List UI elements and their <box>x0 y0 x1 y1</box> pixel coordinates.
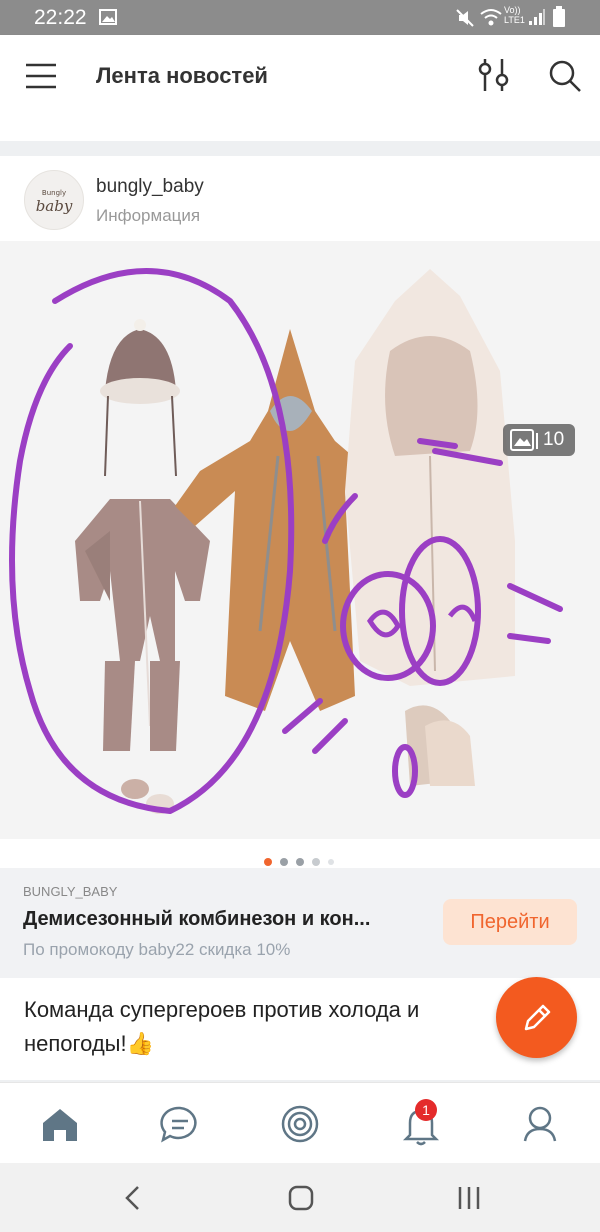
ad-promo: По промокоду baby22 скидка 10% <box>23 940 291 959</box>
carousel-dot <box>296 858 304 866</box>
home-circle-icon[interactable] <box>287 1185 315 1211</box>
pencil-icon <box>524 1004 551 1031</box>
ad-title[interactable]: Демисезонный комбинезон и кон... <box>23 908 370 931</box>
profile-icon[interactable] <box>515 1099 565 1149</box>
carousel-dot <box>280 858 288 866</box>
bottom-navigation <box>0 1082 600 1164</box>
back-icon[interactable] <box>122 1185 142 1211</box>
home-icon[interactable] <box>35 1099 85 1149</box>
ad-block[interactable]: BUNGLY_BABY Демисезонный комбинезон и ко… <box>0 868 600 978</box>
photo-counter: 10 <box>503 424 575 456</box>
previous-post-edge <box>0 117 600 141</box>
post-text: Команда супергероев против холода и непо… <box>24 997 420 1056</box>
battery-icon <box>553 6 565 27</box>
discover-icon[interactable] <box>275 1099 325 1149</box>
mute-icon <box>456 9 474 27</box>
system-navigation <box>0 1163 600 1232</box>
app-bar: Лента новостей <box>0 35 600 117</box>
feed-post: Bungly baby bungly_baby Информация 10 BU… <box>0 156 600 1080</box>
go-button[interactable]: Перейти <box>443 899 577 945</box>
carousel-dot-active <box>264 858 272 866</box>
status-time: 22:22 <box>34 6 87 29</box>
avatar[interactable]: Bungly baby <box>24 170 84 230</box>
compose-button[interactable] <box>496 977 577 1058</box>
post-author[interactable]: bungly_baby <box>96 176 204 198</box>
brand-logo: Bungly baby <box>36 189 73 215</box>
signal-icon <box>529 9 545 25</box>
post-photo[interactable]: 10 <box>0 241 600 839</box>
photo-count: 10 <box>543 429 565 450</box>
menu-icon[interactable] <box>25 62 57 90</box>
volte-label: Vo)) LTE1 <box>504 5 525 25</box>
status-bar: 22:22 Vo)) LTE1 <box>0 0 600 35</box>
product-illustration <box>9 268 563 815</box>
filter-icon[interactable] <box>477 57 511 93</box>
search-icon[interactable] <box>548 59 582 93</box>
post-subtitle: Информация <box>96 206 201 225</box>
page-title: Лента новостей <box>96 63 268 88</box>
svg-text:baby: baby <box>36 197 73 215</box>
ad-brand: BUNGLY_BABY <box>23 884 118 899</box>
svg-text:Bungly: Bungly <box>42 189 66 197</box>
gallery-icon <box>510 429 538 451</box>
messages-icon[interactable] <box>155 1099 205 1149</box>
carousel-dot <box>312 858 320 866</box>
image-icon <box>99 9 117 25</box>
wifi-icon <box>480 9 502 26</box>
notification-badge: 1 <box>415 1099 437 1121</box>
recents-icon[interactable] <box>456 1185 482 1211</box>
carousel-dot <box>328 859 334 865</box>
